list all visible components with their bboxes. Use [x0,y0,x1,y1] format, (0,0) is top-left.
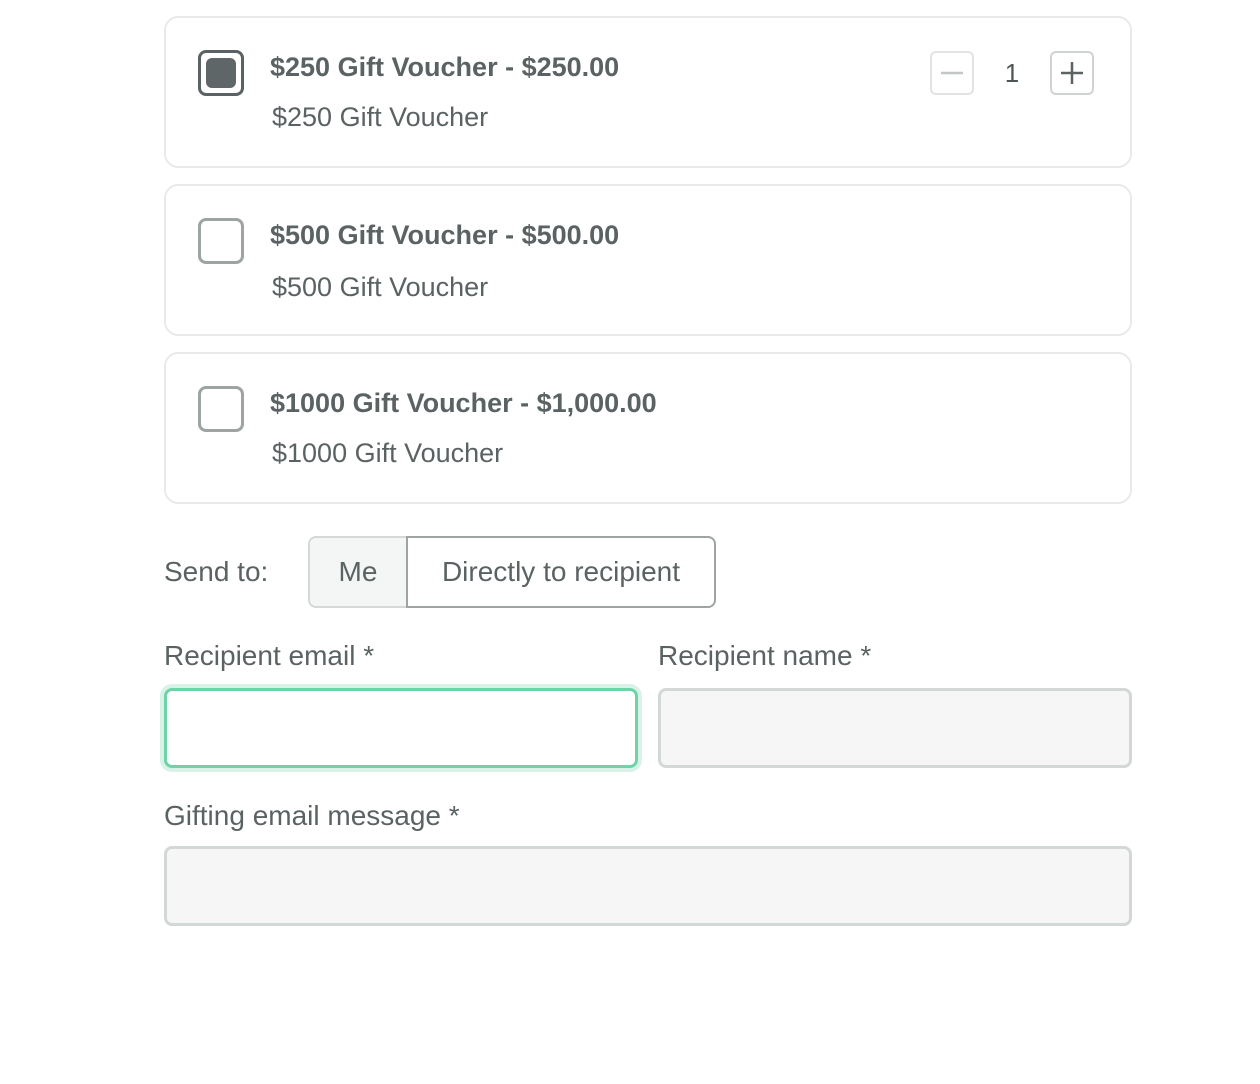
recipient-email-input[interactable] [164,688,638,768]
voucher-title: $500 Gift Voucher - $500.00 [270,220,620,250]
voucher-list: $250 Gift Voucher - $250.00 $250 Gift Vo… [164,16,1132,520]
recipient-name-label: Recipient name * [658,640,872,671]
plus-icon [1061,62,1083,84]
decrement-button[interactable] [930,51,974,95]
send-to-label: Send to: [164,556,269,587]
increment-button[interactable] [1050,51,1094,95]
voucher-option-1000[interactable]: $1000 Gift Voucher - $1,000.00 $1000 Gif… [164,352,1132,504]
voucher-title: $1000 Gift Voucher - $1,000.00 [270,388,657,418]
voucher-option-500[interactable]: $500 Gift Voucher - $500.00 $500 Gift Vo… [164,184,1132,336]
voucher-checkbox-500[interactable] [198,218,244,264]
gifting-message-input[interactable] [164,846,1132,926]
send-to-recipient-button[interactable]: Directly to recipient [406,536,716,608]
voucher-subtitle: $1000 Gift Voucher [272,438,504,468]
voucher-option-250[interactable]: $250 Gift Voucher - $250.00 $250 Gift Vo… [164,16,1132,168]
quantity-stepper: 1 [930,51,1094,95]
voucher-subtitle: $500 Gift Voucher [272,272,489,302]
gifting-message-label: Gifting email message * [164,800,460,831]
send-to-me-button[interactable]: Me [308,536,408,608]
voucher-checkbox-250[interactable] [198,50,244,96]
send-to-toggle: Me Directly to recipient [308,536,716,608]
minus-icon [941,71,963,75]
recipient-name-input[interactable] [658,688,1132,768]
quantity-value: 1 [1004,57,1020,88]
recipient-email-label: Recipient email * [164,640,375,671]
voucher-subtitle: $250 Gift Voucher [272,102,489,132]
send-to-row: Send to: Me Directly to recipient [164,536,716,608]
voucher-title: $250 Gift Voucher - $250.00 [270,52,620,82]
voucher-checkbox-1000[interactable] [198,386,244,432]
